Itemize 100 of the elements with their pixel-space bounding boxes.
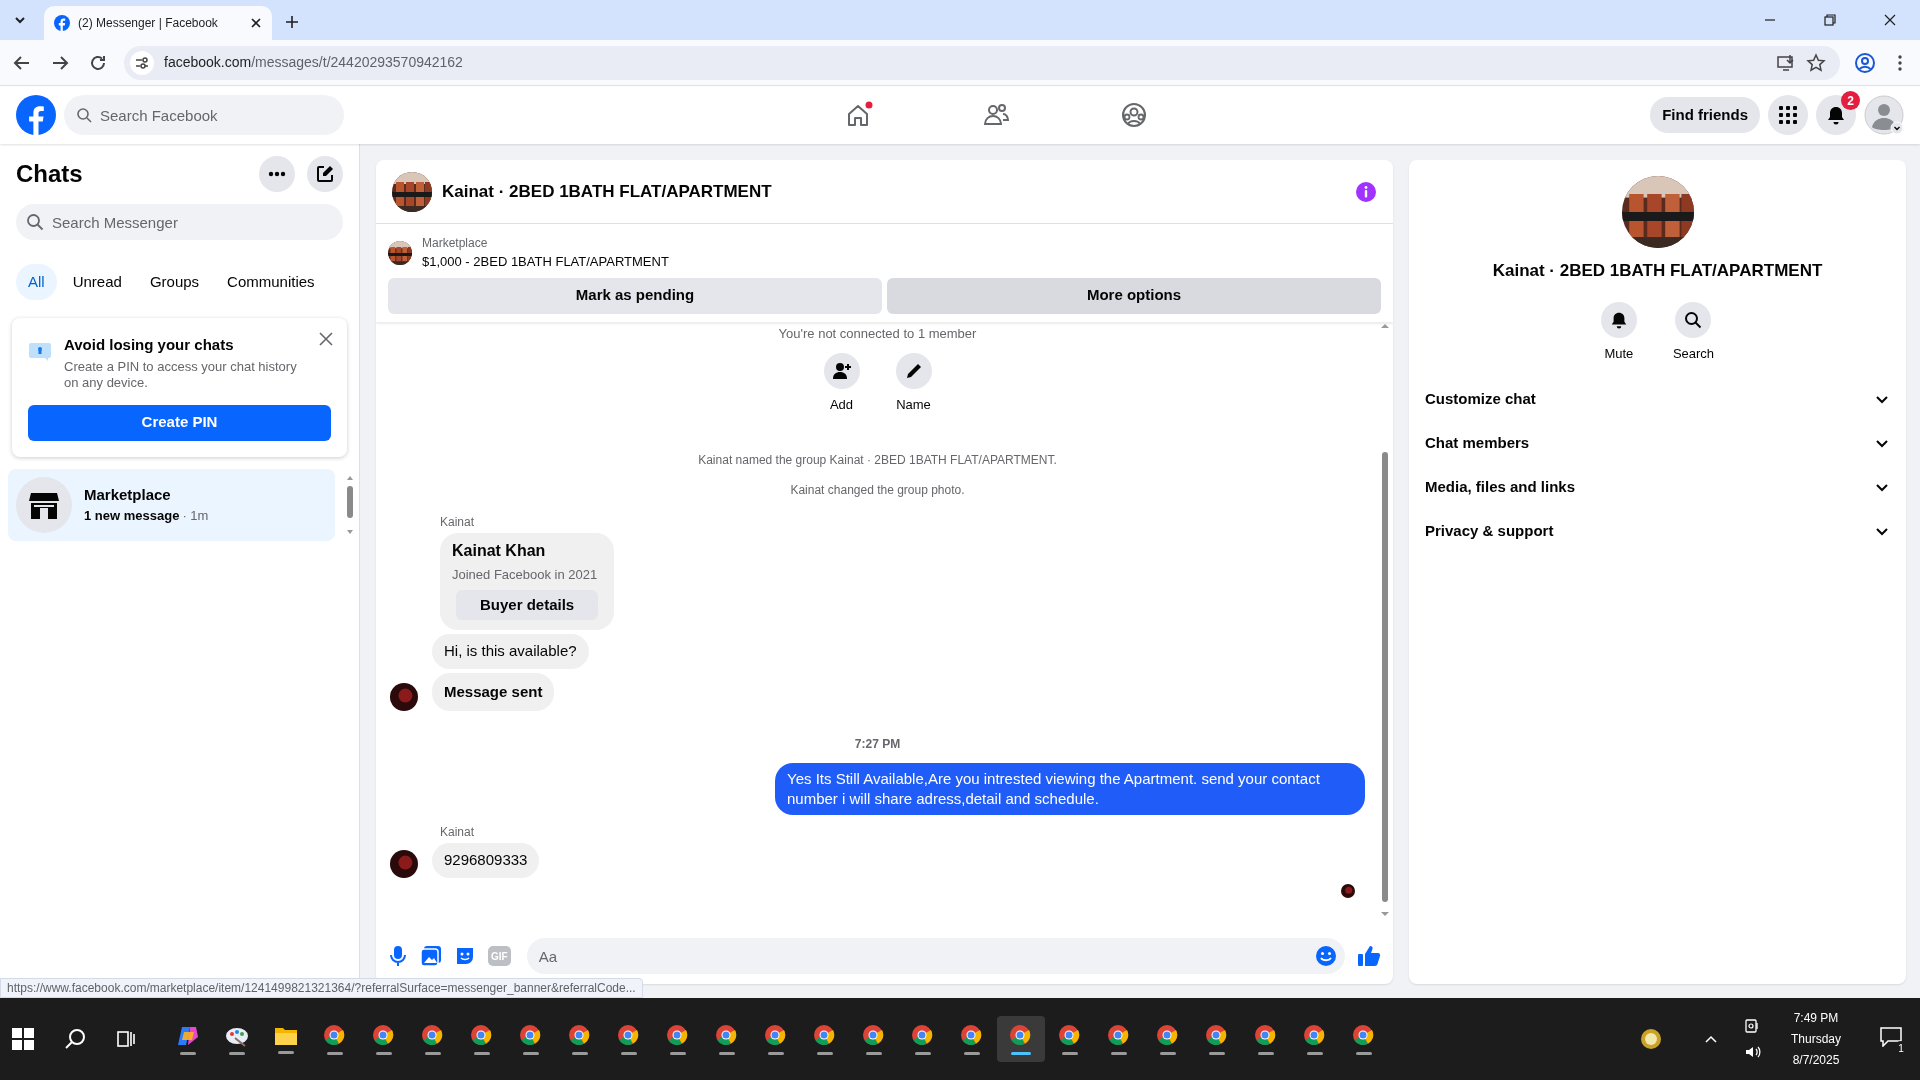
section-header[interactable]: Media, files and links	[1421, 465, 1894, 509]
section-header[interactable]: Customize chat	[1421, 377, 1894, 421]
compose-button[interactable]	[307, 156, 343, 192]
message-bubble: Hi, is this available?	[432, 634, 589, 669]
browser-icon	[1107, 1023, 1131, 1048]
find-friends-button[interactable]: Find friends	[1650, 97, 1760, 133]
browser-icon	[1254, 1023, 1278, 1048]
start-icon[interactable]	[12, 1028, 34, 1050]
action-label: Search	[1672, 344, 1715, 363]
mark-pending-button[interactable]: Mark as pending	[388, 277, 882, 314]
filter-tab[interactable]: Groups	[137, 264, 212, 300]
install-icon[interactable]	[1776, 52, 1796, 73]
clock[interactable]: 7:49 PM Thursday 8/7/2025	[1778, 1007, 1854, 1071]
section-header[interactable]: Privacy & support	[1421, 509, 1894, 553]
section-header[interactable]: Chat members	[1421, 421, 1894, 465]
pencil-icon	[904, 362, 923, 380]
message-field[interactable]: Aa	[526, 938, 1345, 974]
sidebar-title: Chats	[16, 159, 84, 189]
address-bar[interactable]: facebook.com/messages/t/24420293570942162	[124, 45, 1840, 80]
action-label: Add	[829, 396, 854, 414]
search-button[interactable]	[1675, 301, 1712, 338]
browser-icon	[1156, 1023, 1180, 1048]
profile-icon[interactable]	[1854, 51, 1876, 74]
notice-text: You're not connected to 1 member	[777, 324, 978, 343]
listing-title: $1,000 - 2BED 1BATH FLAT/APARTMENT	[422, 253, 669, 271]
volume-icon[interactable]	[1744, 1044, 1762, 1060]
profile-name: Kainat Khan	[452, 540, 547, 561]
chat-list-item[interactable]: Marketplace 1 new message · 1m	[8, 468, 335, 541]
browser-icon	[1205, 1023, 1229, 1048]
grid-icon	[1778, 105, 1798, 125]
search-icon	[76, 107, 92, 123]
menu-button[interactable]	[1768, 95, 1808, 135]
chat-time: · 1m	[182, 507, 209, 525]
profile-detail: Joined Facebook in 2021	[452, 565, 599, 584]
listing-label: Marketplace	[422, 235, 489, 252]
browser-icon	[813, 1023, 837, 1048]
create-pin-button[interactable]: Create PIN	[28, 404, 331, 441]
photo-icon[interactable]	[420, 945, 442, 967]
edit-name-button[interactable]	[895, 353, 932, 389]
chat-name: Marketplace	[84, 484, 172, 505]
browser-icon	[1352, 1023, 1376, 1048]
taskbar-app[interactable]	[997, 1016, 1045, 1062]
bell-icon	[1826, 105, 1846, 125]
chat-preview: 1 new message	[84, 507, 180, 525]
like-icon[interactable]	[1357, 944, 1381, 968]
status-url: https://www.facebook.com/marketplace/item/1241499821321364/?referralSurface=messenger_banner&referralCode...	[0, 978, 643, 998]
chat-lock-icon	[28, 340, 52, 362]
add-person-icon	[831, 361, 852, 381]
camera-icon[interactable]	[1744, 1018, 1760, 1034]
bell-icon	[1609, 310, 1628, 329]
mute-button[interactable]	[1600, 301, 1637, 338]
system-message: Kainat changed the group photo.	[789, 481, 966, 499]
search-icon[interactable]	[64, 1027, 88, 1051]
task-view-icon[interactable]	[116, 1029, 136, 1049]
notification-center-button[interactable]: 1	[1880, 1027, 1904, 1051]
browser-icon	[568, 1023, 592, 1048]
browser-icon	[666, 1023, 690, 1048]
browser-icon	[715, 1023, 739, 1048]
facebook-icon	[54, 15, 70, 31]
seen-avatar-icon	[1341, 883, 1355, 898]
filter-tab[interactable]: Unread	[60, 264, 134, 300]
emoji-icon[interactable]	[1315, 945, 1337, 967]
marketplace-icon	[16, 476, 72, 533]
tab-title: (2) Messenger | Facebook	[78, 15, 219, 32]
search-field[interactable]: Search Messenger	[16, 204, 343, 240]
browser-icon	[372, 1023, 396, 1048]
buyer-details-button[interactable]: Buyer details	[456, 590, 599, 620]
microphone-icon[interactable]	[388, 945, 408, 967]
close-icon[interactable]	[250, 17, 262, 29]
message-bubble: Yes Its Still Available,Are you intrested viewing the Apartment. send your contact number i will share adress,detail and schedule.	[775, 763, 1365, 815]
chat-title: Kainat · 2BED 1BATH FLAT/APARTMENT	[442, 180, 773, 203]
sender-name: Kainat	[440, 824, 476, 841]
card-description: Create a PIN to access your chat history on any device.	[64, 358, 298, 391]
account-avatar[interactable]	[1864, 95, 1904, 135]
browser-icon	[421, 1023, 445, 1048]
more-button[interactable]	[259, 156, 295, 192]
filter-tab[interactable]: All	[16, 264, 57, 300]
notification-badge: 2	[1841, 91, 1860, 110]
weather-icon[interactable]	[1640, 1028, 1662, 1050]
more-options-button[interactable]: More options	[887, 277, 1381, 314]
browser-tab[interactable]: (2) Messenger | Facebook	[44, 6, 272, 40]
site-settings-icon[interactable]	[130, 50, 154, 75]
browser-icon	[960, 1023, 984, 1048]
search-field[interactable]: Search Facebook	[64, 95, 344, 135]
browser-icon	[1009, 1023, 1033, 1048]
browser-icon	[519, 1023, 543, 1048]
sticker-icon[interactable]	[454, 945, 476, 967]
filter-tab[interactable]: Communities	[215, 264, 327, 300]
chevron-up-icon[interactable]	[1704, 1034, 1718, 1044]
new-tab-icon[interactable]	[284, 14, 300, 30]
browser-icon	[911, 1023, 935, 1048]
sender-name: Kainat	[440, 513, 476, 531]
info-icon[interactable]	[1355, 180, 1377, 203]
search-icon	[26, 213, 44, 231]
facebook-logo[interactable]	[16, 95, 56, 135]
browser-icon	[1303, 1023, 1327, 1048]
star-icon[interactable]	[1806, 52, 1826, 73]
add-person-button[interactable]	[823, 353, 860, 389]
browser-icon	[862, 1023, 886, 1048]
browser-icon	[470, 1023, 494, 1048]
